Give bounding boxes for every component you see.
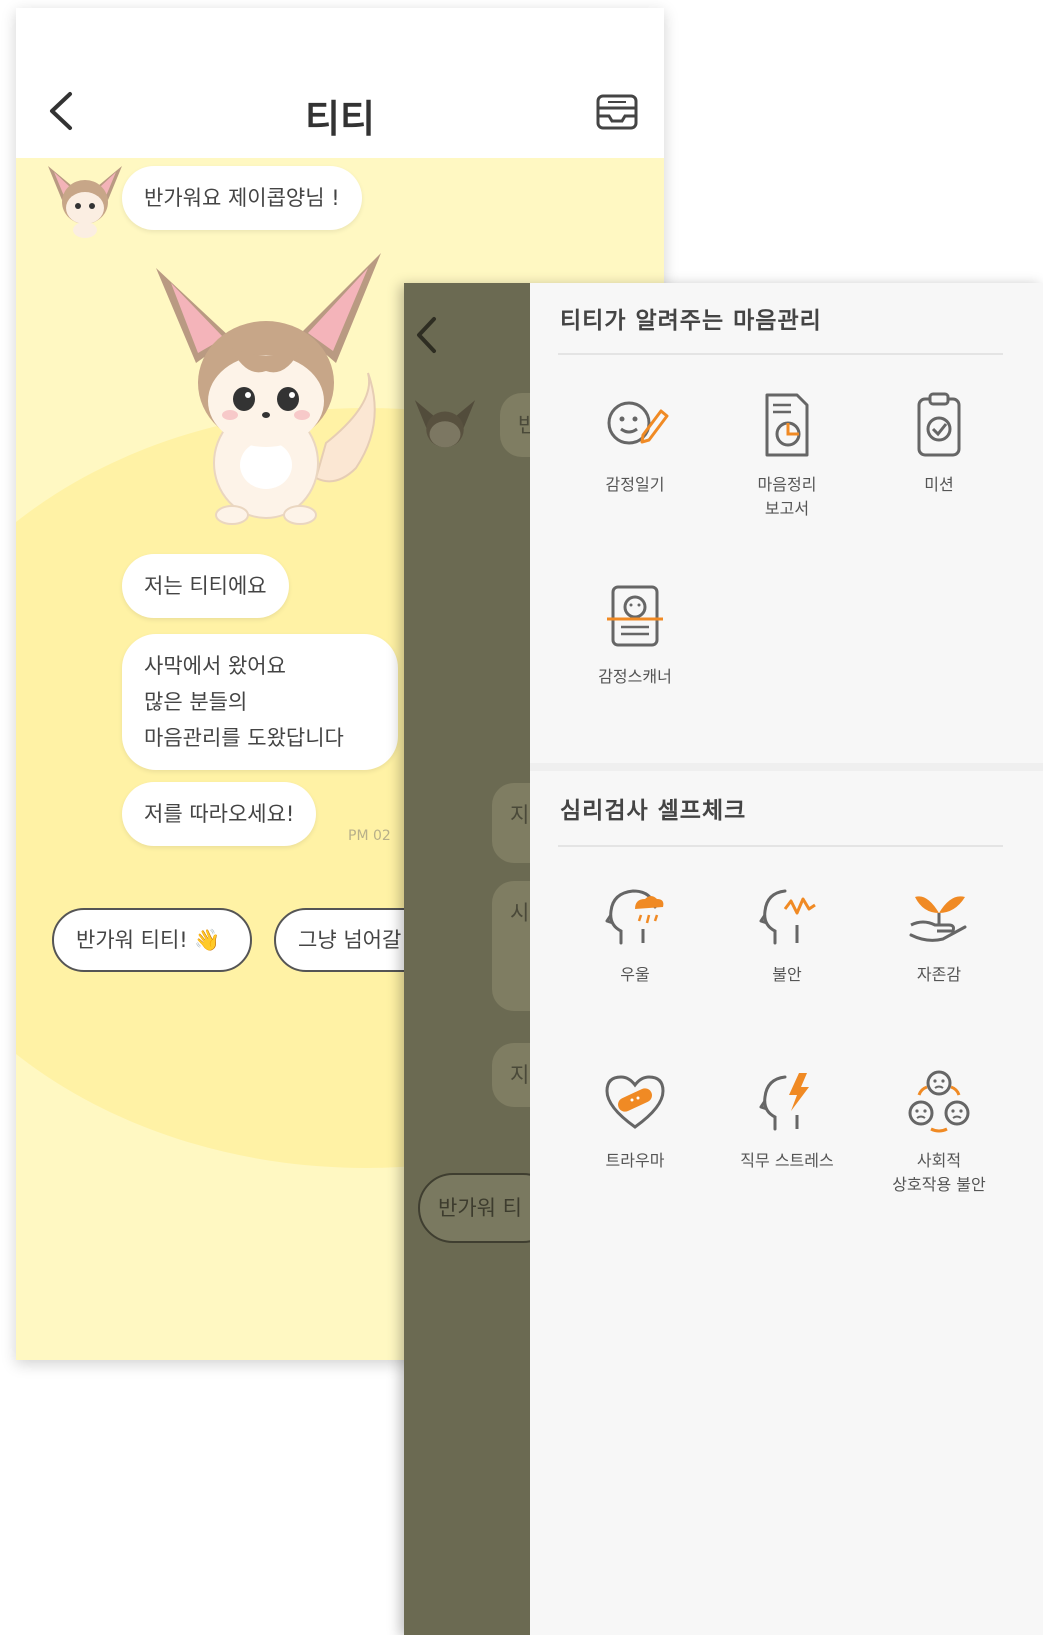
- menu-label: 감정일기: [605, 475, 665, 494]
- menu-label: 마음정리 보고서: [757, 475, 817, 518]
- menu-item-depression[interactable]: 우울: [560, 879, 710, 987]
- menu-item-trauma[interactable]: 트라우마: [560, 1065, 710, 1173]
- chat-bubble-intro: 저는 티티에요: [122, 554, 289, 618]
- chat-bubble-line: 마음관리를 도왔답니다: [144, 726, 344, 750]
- hand-sprout-icon: [909, 896, 967, 942]
- fox-mascot-illustration: [156, 253, 381, 525]
- menu-label: 우울: [620, 965, 650, 984]
- side-drawer: 티티가 알려주는 마음관리 감정일기 마음정리 보고서 미션 감정스캐너 심리검…: [530, 283, 1043, 1635]
- chat-header: 티티: [16, 8, 664, 158]
- section-title-self-check: 심리검사 셀프체크: [560, 798, 747, 824]
- head-zigzag-icon: [759, 889, 816, 945]
- menu-label: 트라우마: [605, 1151, 665, 1170]
- fox-avatar-icon: [48, 166, 122, 238]
- menu-label: 직무 스트레스: [740, 1151, 834, 1170]
- menu-label: 감정스캐너: [598, 667, 672, 686]
- menu-item-emotion-diary[interactable]: 감정일기: [560, 389, 710, 497]
- menu-label: 자존감: [916, 965, 962, 984]
- menu-item-mission[interactable]: 미션: [864, 389, 1014, 497]
- menu-item-mind-report[interactable]: 마음정리 보고서: [712, 389, 862, 521]
- menu-item-job-stress[interactable]: 직무 스트레스: [712, 1065, 862, 1173]
- menu-item-self-esteem[interactable]: 자존감: [864, 879, 1014, 987]
- chat-bubble-story: 사막에서 왔어요 많은 분들의 마음관리를 도왔답니다: [122, 634, 398, 770]
- face-scanner-icon: [607, 585, 663, 647]
- back-chevron-icon: [417, 317, 436, 353]
- three-faces-icon: [908, 1070, 970, 1133]
- menu-item-anxiety[interactable]: 불안: [712, 879, 862, 987]
- menu-item-social-anxiety[interactable]: 사회적 상호작용 불안: [864, 1065, 1014, 1197]
- menu-label: 불안: [772, 965, 802, 984]
- clipboard-check-icon: [917, 392, 961, 457]
- quick-reply-hello[interactable]: 반가워 티티! 👋: [52, 908, 252, 972]
- report-document-icon: [765, 393, 809, 457]
- chat-bubble-greeting: 반가워요 제이콥양님 !: [122, 166, 362, 230]
- chat-title: 티티: [305, 97, 375, 141]
- section-title-mind-care: 티티가 알려주는 마음관리: [560, 308, 822, 334]
- dimmed-chat-overlay[interactable]: 반 지 시 지 반가워 티: [404, 283, 578, 1635]
- archive-box-icon[interactable]: [594, 88, 640, 134]
- diary-face-pen-icon: [607, 401, 669, 445]
- bandaged-heart-icon: [605, 1075, 665, 1129]
- head-cloud-icon: [605, 889, 664, 945]
- fox-avatar-icon: [414, 400, 476, 448]
- divider: [558, 845, 1003, 847]
- chat-bubble-line: 사막에서 왔어요: [144, 654, 286, 678]
- section-separator: [530, 763, 1043, 771]
- head-lightning-icon: [759, 1073, 809, 1131]
- menu-label: 사회적 상호작용 불안: [892, 1151, 986, 1194]
- message-timestamp: PM 02: [348, 828, 391, 844]
- chat-bubble-line: 많은 분들의: [144, 690, 248, 714]
- menu-item-emotion-scanner[interactable]: 감정스캐너: [560, 581, 710, 689]
- menu-label: 미션: [924, 475, 954, 494]
- menu-screen: 반 지 시 지 반가워 티 티티가 알려주는 마음관리 감정일기 마음정리 보고…: [404, 283, 1043, 1635]
- divider: [558, 353, 1003, 355]
- chat-bubble-follow: 저를 따라오세요!: [122, 782, 317, 846]
